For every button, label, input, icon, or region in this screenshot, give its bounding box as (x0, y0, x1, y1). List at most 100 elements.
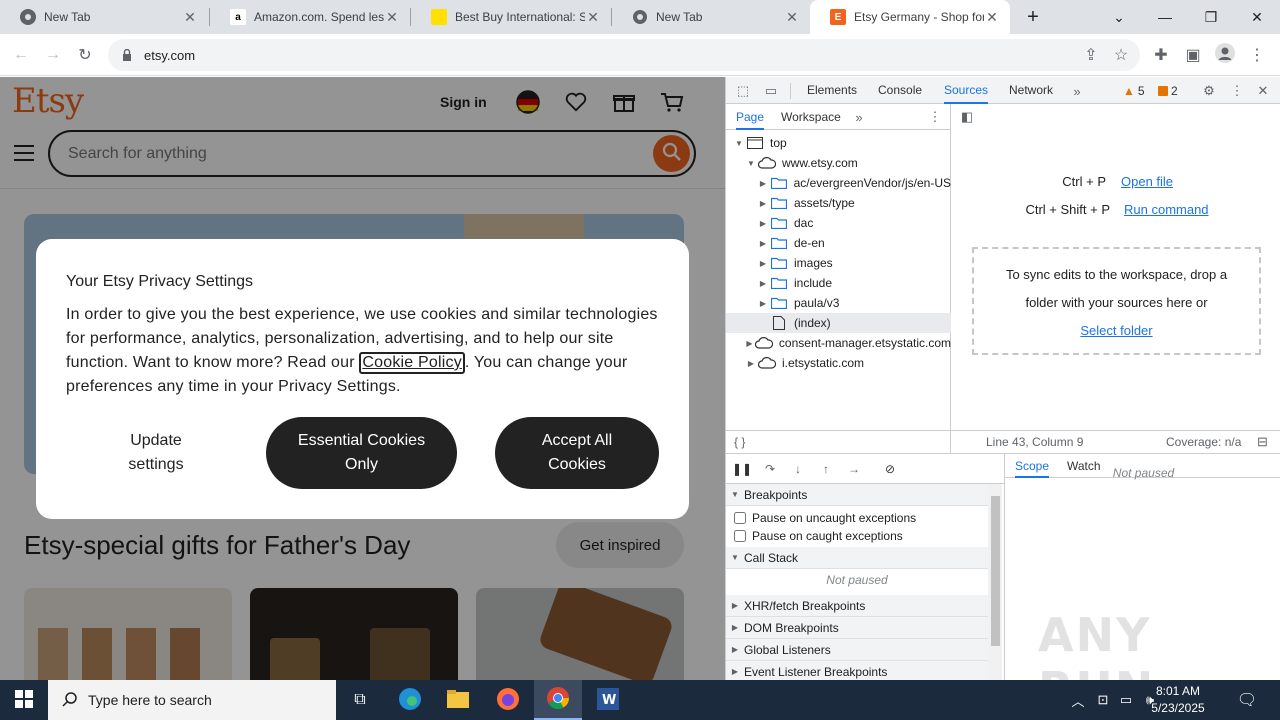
tab-sources[interactable]: Sources (944, 77, 989, 104)
update-settings-button[interactable]: Update settings (76, 417, 236, 489)
tab-console[interactable]: Console (878, 77, 922, 104)
tray-app-icon[interactable]: ⊡ (1094, 692, 1112, 708)
tree-item-cloud[interactable]: ▼ www.etsy.com (726, 153, 951, 173)
menu-button[interactable]: ⋮ (1244, 42, 1270, 68)
file-explorer-app-button[interactable] (434, 680, 482, 720)
triangle-right-icon[interactable]: ▶ (758, 279, 768, 288)
essential-cookies-button[interactable]: Essential Cookies Only (266, 417, 457, 489)
firefox-app-button[interactable] (484, 680, 532, 720)
run-command-link[interactable]: Run command (1124, 202, 1209, 217)
system-clock[interactable]: 8:01 AM 5/23/2025 (1140, 683, 1216, 717)
new-tab-button[interactable]: + (1010, 0, 1056, 34)
dom-breakpoints-section[interactable]: ▶ DOM Breakpoints (726, 617, 988, 639)
accept-all-cookies-button[interactable]: Accept All Cookies (495, 417, 659, 489)
browser-tab-4[interactable]: New Tab ✕ (612, 0, 810, 34)
nav-tab-page[interactable]: Page (736, 104, 765, 130)
task-view-button[interactable]: ⧉ (336, 680, 384, 720)
triangle-right-icon[interactable]: ▶ (746, 339, 753, 348)
share-button[interactable]: ⇪ (1078, 42, 1104, 68)
tree-item-frame[interactable]: ▼ top (726, 133, 951, 153)
browser-tab-3[interactable]: Best Buy International: Se ✕ (411, 0, 611, 34)
workspace-drop-zone[interactable]: To sync edits to the workspace, drop a f… (972, 247, 1261, 355)
word-app-button[interactable]: W (584, 680, 632, 720)
cookie-policy-link[interactable]: Cookie Policy (359, 352, 465, 374)
tree-item-folder[interactable]: ▶ dac (726, 213, 951, 233)
tree-item-cloud[interactable]: ▶ consent-manager.etsystatic.com (726, 333, 951, 353)
close-devtools-button[interactable]: ✕ (1254, 82, 1272, 100)
devtools-settings-button[interactable]: ⚙ (1200, 82, 1218, 100)
scrollbar-thumb[interactable] (991, 496, 1000, 646)
open-file-link[interactable]: Open file (1121, 174, 1173, 189)
browser-tab-1[interactable]: New Tab ✕ (0, 0, 208, 34)
chrome-app-button[interactable] (534, 680, 582, 720)
reload-button[interactable]: ↻ (72, 42, 98, 68)
forward-button[interactable]: → (40, 42, 66, 68)
pretty-print-icon[interactable]: { } (734, 435, 745, 449)
triangle-right-icon[interactable]: ▶ (758, 239, 768, 248)
deactivate-breakpoints-button[interactable]: ⊘ (882, 461, 898, 477)
event-listener-breakpoints-section[interactable]: ▶ Event Listener Breakpoints (726, 661, 988, 680)
devtools-menu-button[interactable]: ⋮ (1228, 82, 1246, 100)
triangle-right-icon[interactable]: ▶ (758, 299, 768, 308)
more-nav-tabs-button[interactable]: » (850, 108, 868, 126)
notifications-button[interactable]: 🗨 (1237, 692, 1257, 709)
network-icon[interactable]: ▭ (1117, 692, 1135, 708)
step-button[interactable]: → (846, 461, 862, 477)
side-panel-button[interactable]: ▣ (1180, 42, 1206, 68)
pause-uncaught-checkbox[interactable]: Pause on uncaught exceptions (734, 509, 984, 527)
tab-network[interactable]: Network (1009, 77, 1053, 104)
checkbox[interactable] (734, 512, 746, 524)
tree-item-folder[interactable]: ▶ images (726, 253, 951, 273)
nav-tab-workspace[interactable]: Workspace (781, 104, 841, 130)
tab-search-button[interactable]: ⌄ (1096, 0, 1142, 34)
tab-elements[interactable]: Elements (807, 77, 857, 104)
triangle-right-icon[interactable]: ▶ (758, 199, 768, 208)
show-hidden-icons-button[interactable]: ︿ (1069, 692, 1087, 709)
triangle-right-icon[interactable]: ▶ (746, 359, 756, 368)
triangle-down-icon[interactable]: ▼ (746, 159, 756, 168)
checkbox[interactable] (734, 530, 746, 542)
select-folder-link[interactable]: Select folder (1080, 323, 1152, 338)
tree-item-folder[interactable]: ▶ assets/type (726, 193, 951, 213)
tree-item-folder[interactable]: ▶ paula/v3 (726, 293, 951, 313)
issues-badge[interactable]: 2 (1158, 83, 1178, 99)
pause-button[interactable]: ❚❚ (732, 461, 752, 477)
inspect-element-button[interactable]: ⬚ (734, 82, 752, 100)
profile-button[interactable] (1212, 42, 1238, 68)
tree-item-folder[interactable]: ▶ ac/evergreenVendor/js/en-US (726, 173, 951, 193)
back-button[interactable]: ← (8, 42, 34, 68)
call-stack-section[interactable]: ▼ Call Stack (726, 547, 988, 569)
tree-item-folder[interactable]: ▶ include (726, 273, 951, 293)
close-tab-icon[interactable]: ✕ (384, 9, 400, 26)
edge-app-button[interactable] (386, 680, 434, 720)
taskbar-search-box[interactable]: Type here to search (48, 680, 336, 720)
tree-item-file[interactable]: (index) (726, 313, 951, 333)
navigator-menu-button[interactable]: ⋮ (926, 108, 944, 126)
browser-tab-5-active[interactable]: E Etsy Germany - Shop for ✕ (810, 0, 1010, 34)
restore-button[interactable]: ❐ (1188, 0, 1234, 34)
close-tab-icon[interactable]: ✕ (182, 9, 198, 26)
debugger-scrollbar[interactable] (988, 484, 1002, 680)
browser-tab-2[interactable]: a Amazon.com. Spend less. ✕ (210, 0, 410, 34)
close-window-button[interactable]: ✕ (1234, 0, 1280, 34)
close-tab-icon[interactable]: ✕ (984, 9, 1000, 26)
bookmark-button[interactable]: ☆ (1108, 42, 1134, 68)
step-into-button[interactable]: ↓ (790, 461, 806, 477)
warnings-badge[interactable]: ▲ 5 (1123, 83, 1145, 99)
pause-caught-checkbox[interactable]: Pause on caught exceptions (734, 527, 984, 545)
more-tabs-button[interactable]: » (1068, 82, 1086, 100)
close-tab-icon[interactable]: ✕ (784, 9, 800, 26)
close-tab-icon[interactable]: ✕ (585, 9, 601, 26)
device-toolbar-button[interactable]: ▭ (762, 82, 780, 100)
drawer-toggle-icon[interactable]: ⊟ (1257, 434, 1268, 450)
step-over-button[interactable]: ↷ (762, 461, 778, 477)
step-out-button[interactable]: ↑ (818, 461, 834, 477)
triangle-right-icon[interactable]: ▶ (758, 219, 768, 228)
extensions-button[interactable]: ✚ (1148, 42, 1174, 68)
start-button[interactable] (0, 680, 48, 720)
triangle-right-icon[interactable]: ▶ (758, 259, 768, 268)
tree-item-folder[interactable]: ▶ de-en (726, 233, 951, 253)
triangle-right-icon[interactable]: ▶ (758, 179, 768, 188)
xhr-breakpoints-section[interactable]: ▶ XHR/fetch Breakpoints (726, 595, 988, 617)
triangle-down-icon[interactable]: ▼ (734, 139, 744, 148)
